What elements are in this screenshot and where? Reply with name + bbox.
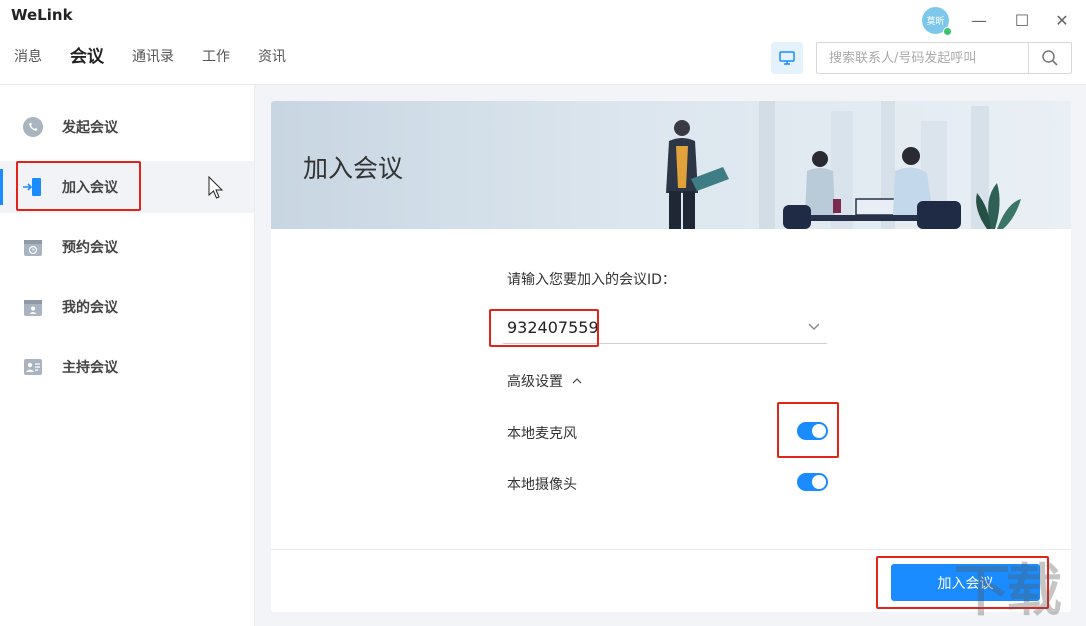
calendar-clock-icon [22,236,44,258]
sidebar-item-my-meetings[interactable]: 我的会议 [0,281,254,333]
app-title: WeLink [11,6,73,24]
highlight-box-mic-toggle [777,402,839,458]
advanced-settings-toggle[interactable]: 高级设置 [507,371,583,391]
tab-contacts[interactable]: 通讯录 [132,40,174,74]
main-nav: 消息 会议 通讯录 工作 资讯 [14,40,314,74]
calendar-person-icon [22,296,44,318]
maximize-button[interactable]: ☐ [1007,6,1037,34]
online-status-dot [943,27,952,36]
tab-news[interactable]: 资讯 [258,40,286,74]
host-icon [22,356,44,378]
search-input[interactable] [817,43,1028,73]
footer-divider [271,549,1071,550]
sidebar-item-label: 预约会议 [62,240,118,256]
toggle-knob [812,475,826,489]
camera-toggle[interactable] [797,473,828,491]
sidebar-item-schedule-meeting[interactable]: 预约会议 [0,221,254,273]
tab-messages[interactable]: 消息 [14,40,42,74]
highlight-box-sidebar [16,161,141,211]
chevron-down-icon[interactable] [807,319,821,333]
highlight-box-meeting-id [489,309,599,347]
active-indicator [0,169,3,205]
tab-work[interactable]: 工作 [202,40,230,74]
sidebar-item-start-meeting[interactable]: 发起会议 [0,101,254,153]
mouse-cursor-icon [208,176,224,199]
sidebar-item-label: 我的会议 [62,300,118,316]
watermark: 下载 [954,559,1062,624]
tab-meetings[interactable]: 会议 [70,40,104,74]
close-button[interactable]: ✕ [1047,6,1077,34]
mic-label: 本地麦克风 [507,426,577,442]
monitor-icon [779,51,795,65]
search-button[interactable] [1028,43,1071,73]
meeting-id-label: 请输入您要加入的会议ID： [507,272,676,288]
search-bar [816,42,1072,74]
phone-bubble-icon [22,116,44,138]
advanced-settings-label: 高级设置 [507,374,563,390]
join-meeting-card: 加入会议 请输入您要加入的会议ID： 932407559 高级设置 本地麦克风 … [271,101,1071,612]
minimize-button[interactable]: — [964,6,994,34]
camera-label: 本地摄像头 [507,477,577,493]
office-illustration [666,101,1021,229]
screen-share-button[interactable] [771,42,803,74]
chevron-up-icon [572,378,582,384]
join-banner: 加入会议 [271,101,1071,229]
sidebar-item-host-meeting[interactable]: 主持会议 [0,341,254,393]
search-icon [1042,50,1058,66]
sidebar-item-label: 发起会议 [62,120,118,136]
sidebar-item-label: 主持会议 [62,360,118,376]
